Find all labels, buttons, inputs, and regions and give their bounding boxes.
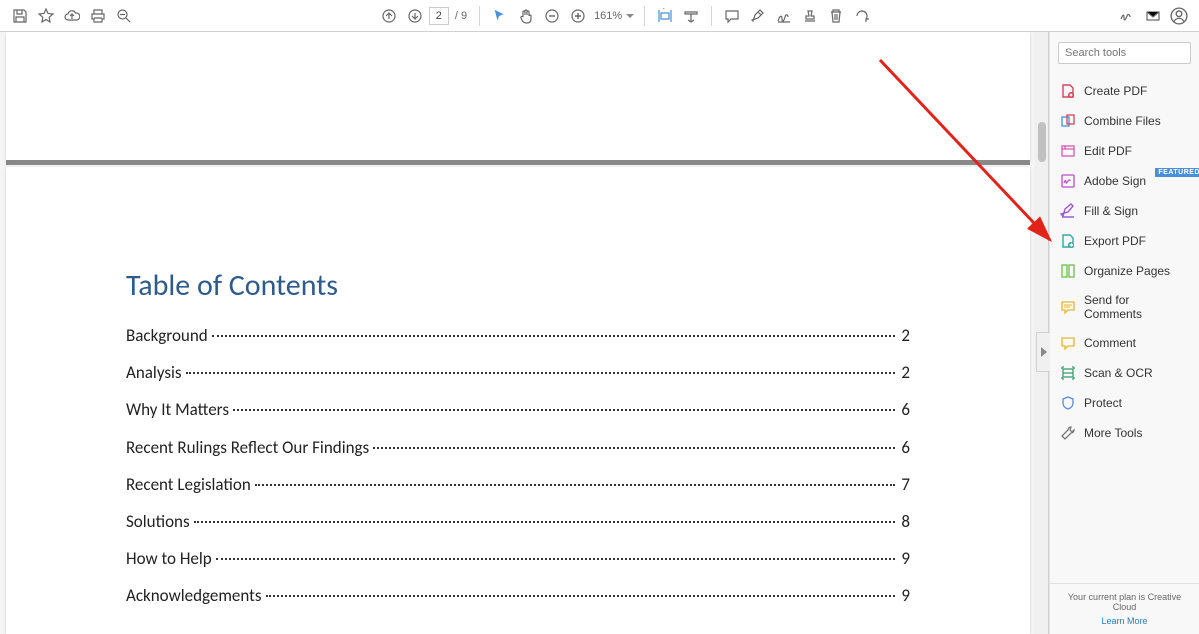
save-icon[interactable]: [8, 4, 32, 28]
tool-item-send-for-comments[interactable]: Send for Comments: [1050, 286, 1199, 328]
sign-icon[interactable]: [772, 4, 796, 28]
export-pdf-icon: [1060, 233, 1076, 249]
combine-files-icon: [1060, 113, 1076, 129]
more-tools-icon: [1060, 425, 1076, 441]
toc-entry[interactable]: Analysis 2: [126, 359, 910, 386]
featured-badge: FEATURED: [1155, 168, 1199, 177]
tool-item-create-pdf[interactable]: Create PDF: [1050, 76, 1199, 106]
toc-page-number: 6: [899, 434, 910, 461]
scan-ocr-icon: [1060, 365, 1076, 381]
tools-panel: Create PDF Combine Files Edit PDF Adobe Sig…: [1049, 32, 1199, 634]
tool-label: Export PDF: [1084, 234, 1146, 248]
delete-icon[interactable]: [824, 4, 848, 28]
toc-label: Analysis: [126, 359, 182, 386]
fill-sign-icon: [1060, 203, 1076, 219]
comment-icon[interactable]: [720, 4, 744, 28]
zoom-out-icon[interactable]: [540, 4, 564, 28]
protect-icon: [1060, 395, 1076, 411]
fit-width-icon[interactable]: [653, 4, 677, 28]
toc-entry[interactable]: Background 2: [126, 322, 910, 349]
zoom-level-dropdown[interactable]: 161%: [592, 10, 636, 22]
page-number-input[interactable]: [429, 7, 449, 25]
page-up-icon[interactable]: [377, 4, 401, 28]
tool-item-organize-pages[interactable]: Organize Pages: [1050, 256, 1199, 286]
tool-label: Organize Pages: [1084, 264, 1170, 278]
print-icon[interactable]: [86, 4, 110, 28]
tool-item-comment[interactable]: Comment: [1050, 328, 1199, 358]
signature-status-icon[interactable]: [1115, 4, 1139, 28]
toc-entry[interactable]: Why It Matters 6: [126, 396, 910, 423]
tool-item-protect[interactable]: Protect: [1050, 388, 1199, 418]
plan-footer: Your current plan is Creative Cloud Lear…: [1050, 583, 1199, 634]
toc-page-number: 8: [899, 508, 910, 535]
tool-label: Protect: [1084, 396, 1122, 410]
pdf-page-prev: [6, 32, 1030, 160]
rotate-icon[interactable]: [850, 4, 874, 28]
tool-label: Fill & Sign: [1084, 204, 1138, 218]
account-icon[interactable]: [1167, 4, 1191, 28]
comment-icon: [1060, 335, 1076, 351]
collapse-panel-icon[interactable]: [1036, 332, 1050, 372]
cloud-upload-icon[interactable]: [60, 4, 84, 28]
search-tools-input[interactable]: [1058, 42, 1191, 64]
tool-item-combine-files[interactable]: Combine Files: [1050, 106, 1199, 136]
learn-more-link[interactable]: Learn More: [1060, 616, 1189, 626]
toc-label: How to Help: [126, 545, 212, 572]
tool-item-scan-ocr[interactable]: Scan & OCR: [1050, 358, 1199, 388]
toc-label: Recent Rulings Reflect Our Findings: [126, 434, 369, 461]
tool-label: Create PDF: [1084, 84, 1147, 98]
toc-page-number: 2: [899, 322, 910, 349]
toc-label: Acknowledgements: [126, 582, 262, 609]
mail-icon[interactable]: [1141, 4, 1165, 28]
tool-item-export-pdf[interactable]: Export PDF: [1050, 226, 1199, 256]
tool-label: Scan & OCR: [1084, 366, 1153, 380]
tool-label: Combine Files: [1084, 114, 1161, 128]
adobe-sign-icon: [1060, 173, 1076, 189]
toc-label: Background: [126, 322, 208, 349]
toc-page-number: 2: [899, 359, 910, 386]
selection-tool-icon[interactable]: [488, 4, 512, 28]
tool-label: Send for Comments: [1084, 293, 1189, 321]
highlight-icon[interactable]: [746, 4, 770, 28]
page-gap: [6, 160, 1030, 165]
organize-pages-icon: [1060, 263, 1076, 279]
document-viewport[interactable]: Table of Contents Background 2 Analysis 2 Wh…: [0, 32, 1049, 634]
tool-label: Adobe Sign: [1084, 174, 1146, 188]
search-minus-icon[interactable]: [112, 4, 136, 28]
toc-page-number: 7: [899, 471, 910, 498]
tool-label: Comment: [1084, 336, 1136, 350]
pdf-page-current: Table of Contents Background 2 Analysis 2 Wh…: [6, 167, 1030, 634]
toc-entry[interactable]: Recent Legislation 7: [126, 471, 910, 498]
tool-item-edit-pdf[interactable]: Edit PDF: [1050, 136, 1199, 166]
tool-item-more-tools[interactable]: More Tools: [1050, 418, 1199, 448]
stamp-icon[interactable]: [798, 4, 822, 28]
zoom-in-icon[interactable]: [566, 4, 590, 28]
edit-pdf-icon: [1060, 143, 1076, 159]
hand-tool-icon[interactable]: [514, 4, 538, 28]
toc-label: Recent Legislation: [126, 471, 251, 498]
top-toolbar: / 9 161%: [0, 0, 1199, 32]
toc-page-number: 9: [899, 545, 910, 572]
page-total-label: / 9: [451, 10, 471, 22]
tool-item-fill-sign[interactable]: Fill & Sign: [1050, 196, 1199, 226]
toc-entry[interactable]: Acknowledgements 9: [126, 582, 910, 609]
read-mode-icon[interactable]: [679, 4, 703, 28]
toc-page-number: 9: [899, 582, 910, 609]
toc-heading: Table of Contents: [126, 267, 910, 304]
toc-entry[interactable]: Recent Rulings Reflect Our Findings 6: [126, 434, 910, 461]
scrollbar-thumb[interactable]: [1038, 122, 1046, 162]
toc-page-number: 6: [899, 396, 910, 423]
toc-entry[interactable]: Solutions 8: [126, 508, 910, 535]
star-icon[interactable]: [34, 4, 58, 28]
tool-label: More Tools: [1084, 426, 1142, 440]
send-for-comments-icon: [1060, 299, 1076, 315]
create-pdf-icon: [1060, 83, 1076, 99]
toc-entry[interactable]: How to Help 9: [126, 545, 910, 572]
toc-label: Why It Matters: [126, 396, 229, 423]
tool-label: Edit PDF: [1084, 144, 1132, 158]
page-down-icon[interactable]: [403, 4, 427, 28]
toc-label: Solutions: [126, 508, 190, 535]
tool-item-adobe-sign[interactable]: Adobe Sign FEATURED: [1050, 166, 1199, 196]
